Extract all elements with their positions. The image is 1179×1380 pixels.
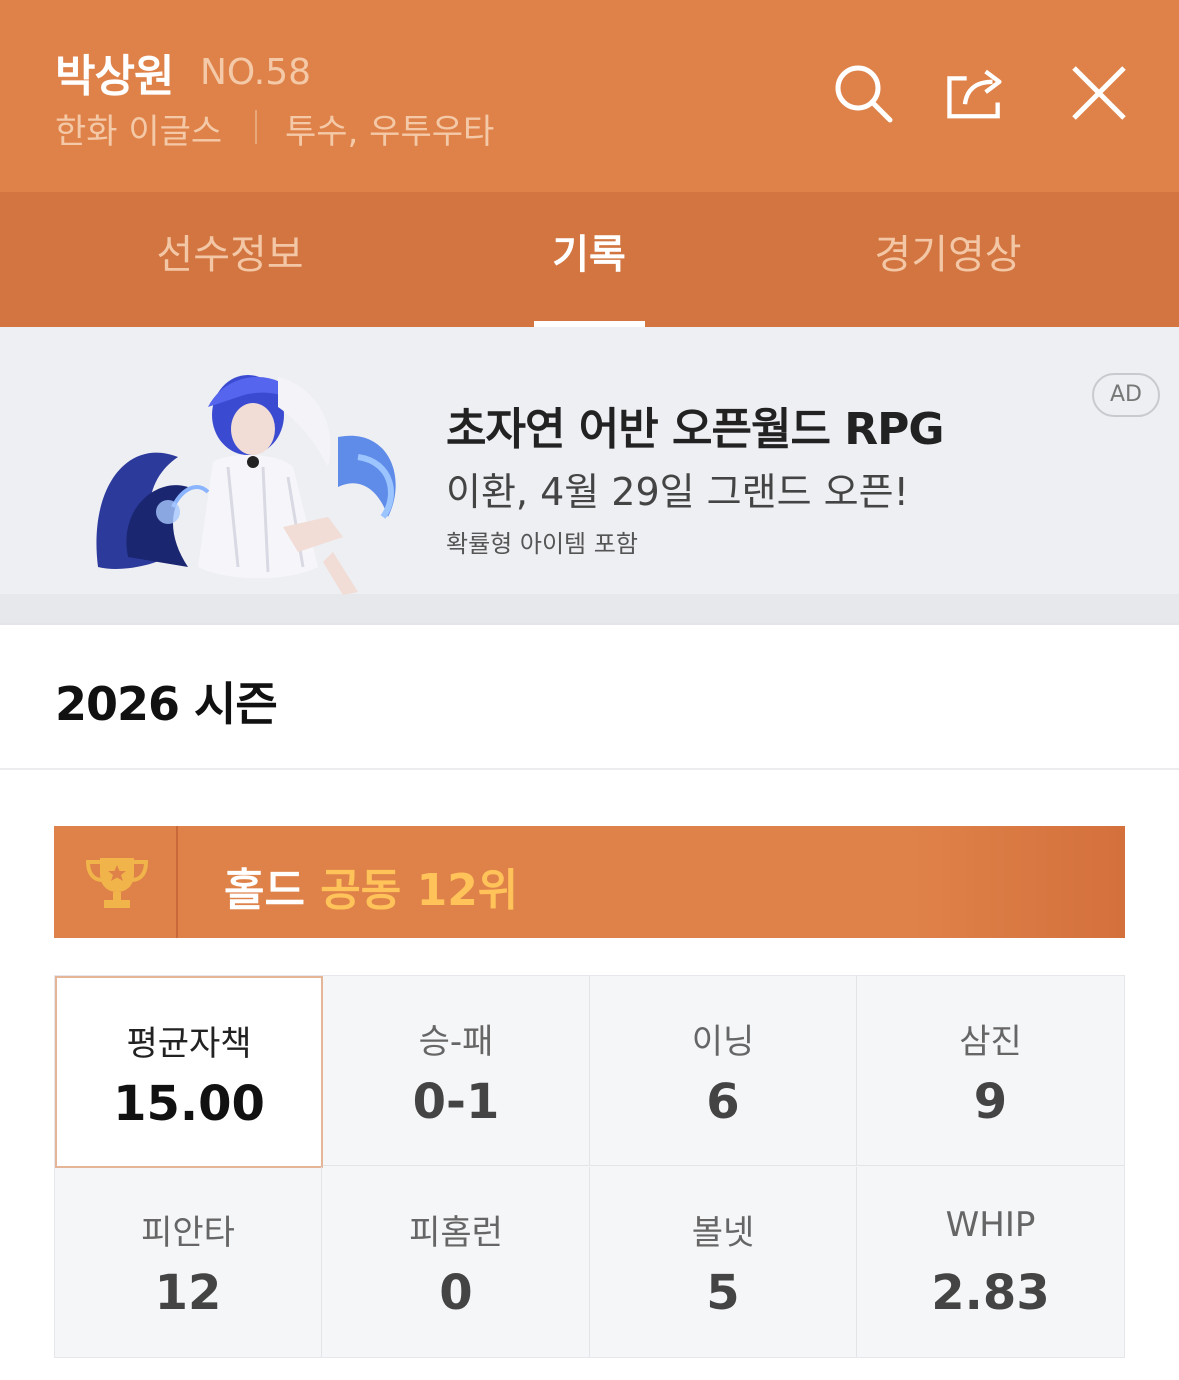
rank-banner: 홀드 공동 12위 bbox=[54, 826, 1125, 938]
tab-bar: 선수정보 기록 경기영상 bbox=[0, 192, 1179, 327]
stat-label: 평균자책 bbox=[126, 1024, 252, 1064]
ad-banner[interactable]: 초자연 어반 오픈월드 RPG 이환, 4월 29일 그랜드 오픈! 확률형 아… bbox=[0, 327, 1179, 623]
tab-player-info[interactable]: 선수정보 bbox=[80, 222, 380, 280]
player-team[interactable]: 한화 이글스 bbox=[55, 104, 222, 153]
stat-whip[interactable]: WHIP 2.83 bbox=[857, 1167, 1124, 1357]
player-header: 박상원 NO.58 한화 이글스 투수, 우투우타 bbox=[0, 0, 1179, 192]
divider bbox=[0, 768, 1179, 770]
ad-bottom-band bbox=[0, 594, 1179, 623]
tab-game-videos[interactable]: 경기영상 bbox=[798, 222, 1098, 280]
stat-strikeouts[interactable]: 삼진 9 bbox=[857, 976, 1124, 1166]
player-number: NO.58 bbox=[200, 52, 312, 93]
trophy-icon bbox=[85, 858, 149, 908]
stat-label: 피홈런 bbox=[409, 1213, 503, 1253]
stat-label: 삼진 bbox=[959, 1022, 1022, 1062]
rank-value: 공동 12위 bbox=[320, 865, 519, 916]
player-name: 박상원 bbox=[55, 51, 174, 102]
close-icon[interactable] bbox=[1068, 62, 1130, 124]
search-icon[interactable] bbox=[832, 62, 894, 124]
player-position: 투수, 우투우타 bbox=[285, 112, 495, 152]
stat-value: 2.83 bbox=[931, 1265, 1050, 1321]
stat-value: 15.00 bbox=[113, 1076, 265, 1132]
stat-label: 볼넷 bbox=[691, 1213, 755, 1253]
info-separator bbox=[255, 110, 257, 144]
stat-label: 승-패 bbox=[418, 1022, 494, 1062]
season-title: 2026 시즌 bbox=[55, 677, 278, 731]
ad-badge[interactable]: AD bbox=[1092, 373, 1160, 417]
stat-label: 피안타 bbox=[141, 1213, 235, 1253]
stat-label: WHIP bbox=[945, 1205, 1036, 1245]
ad-title: 초자연 어반 오픈월드 RPG bbox=[446, 404, 945, 455]
stat-value: 0 bbox=[439, 1265, 473, 1321]
divider bbox=[0, 623, 1179, 625]
tab-records[interactable]: 기록 bbox=[439, 222, 739, 280]
stat-label: 이닝 bbox=[691, 1022, 755, 1062]
stat-value: 12 bbox=[154, 1265, 222, 1321]
stat-value: 0-1 bbox=[412, 1074, 500, 1130]
rank-icon-box bbox=[54, 826, 178, 938]
ad-note: 확률형 아이템 포함 bbox=[446, 530, 638, 558]
stat-walks[interactable]: 볼넷 5 bbox=[590, 1167, 857, 1357]
stat-win-loss[interactable]: 승-패 0-1 bbox=[323, 976, 590, 1166]
stats-grid: 평균자책 15.00 승-패 0-1 이닝 6 삼진 9 피안타 12 피홈런 … bbox=[54, 975, 1125, 1358]
stat-innings[interactable]: 이닝 6 bbox=[590, 976, 857, 1166]
stat-value: 9 bbox=[973, 1074, 1008, 1130]
rank-category: 홀드 bbox=[224, 865, 305, 916]
stat-era[interactable]: 평균자책 15.00 bbox=[55, 976, 323, 1168]
ad-character-illustration bbox=[96, 375, 396, 595]
share-icon[interactable] bbox=[946, 62, 1008, 124]
ad-subtitle: 이환, 4월 29일 그랜드 오픈! bbox=[446, 470, 909, 514]
stat-value: 5 bbox=[706, 1265, 740, 1321]
stat-hits-allowed[interactable]: 피안타 12 bbox=[55, 1167, 322, 1357]
rank-text: 홀드 공동 12위 bbox=[224, 854, 518, 918]
stat-home-runs-allowed[interactable]: 피홈런 0 bbox=[323, 1167, 590, 1357]
stat-value: 6 bbox=[706, 1074, 740, 1130]
